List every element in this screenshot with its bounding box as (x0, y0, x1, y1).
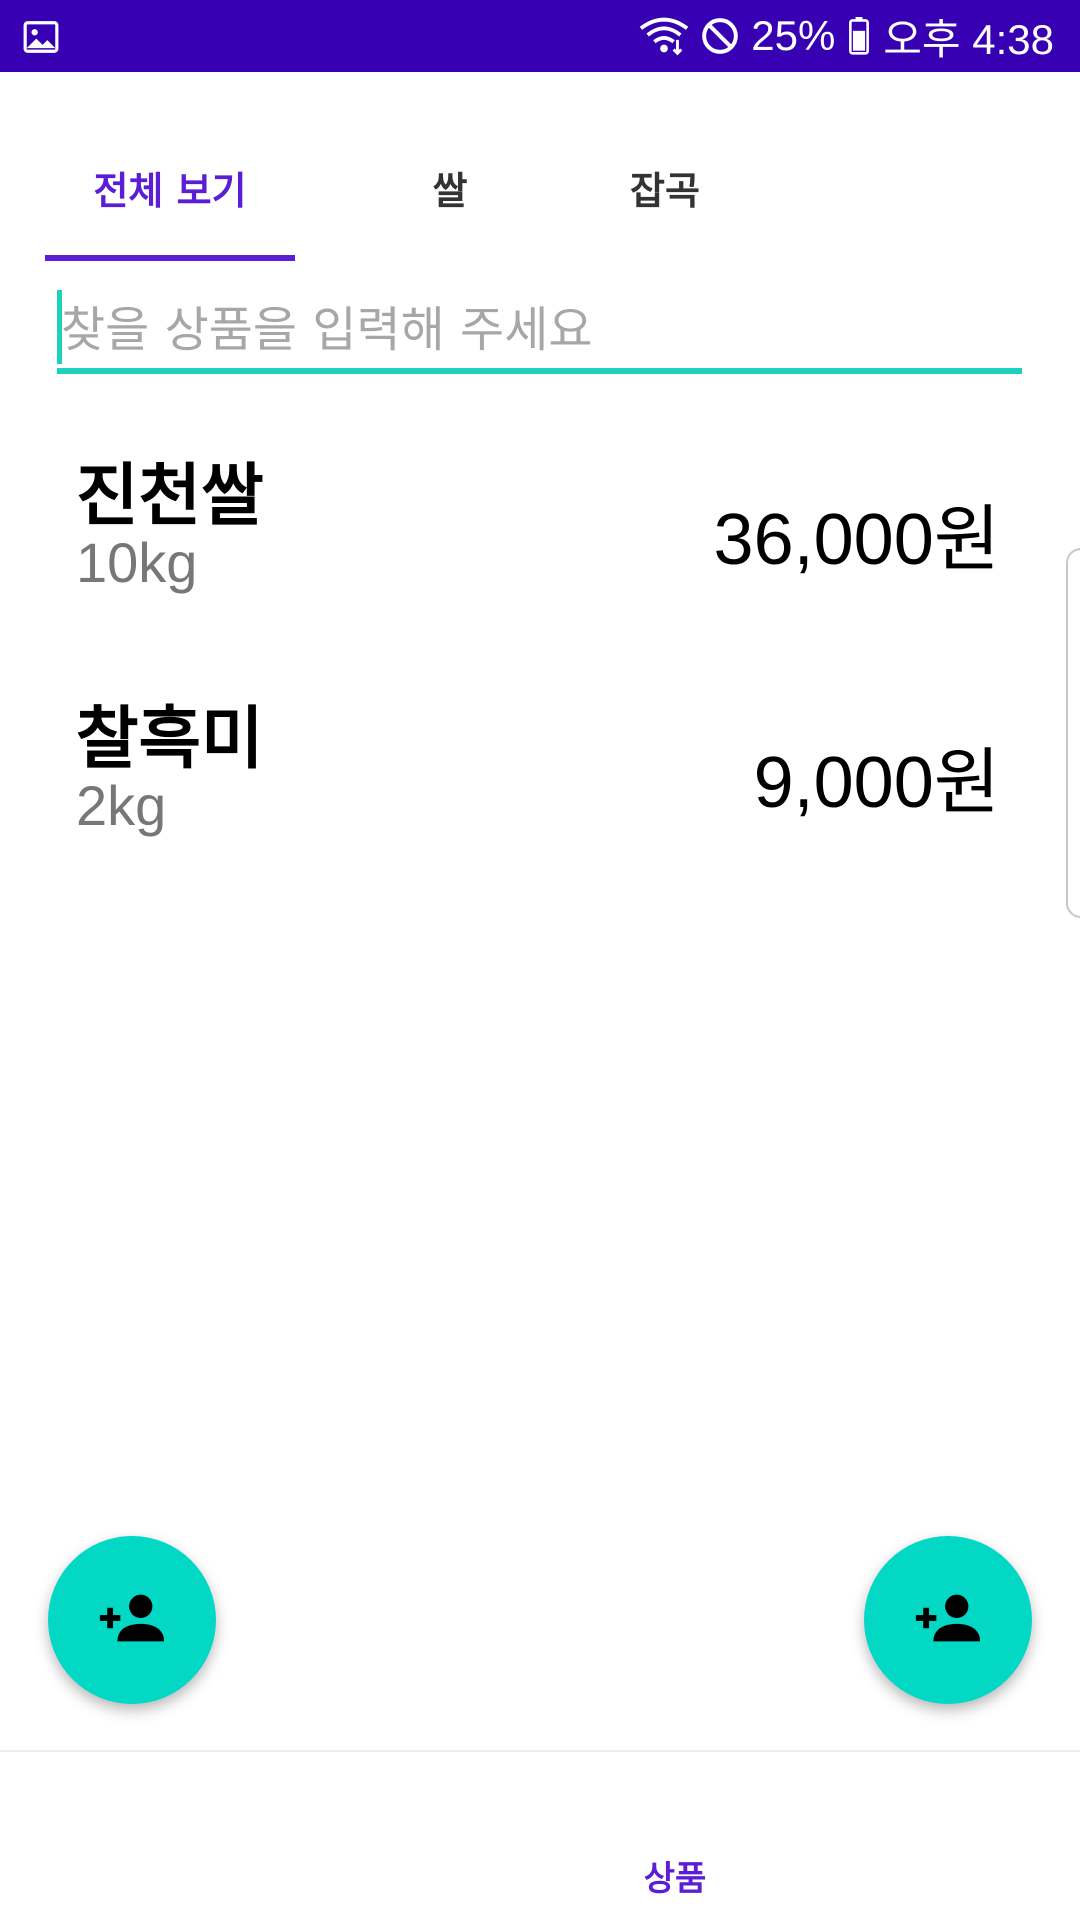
product-item[interactable]: 진천쌀 10kg 36,000원 (0, 440, 1080, 640)
battery-percent: 25% (751, 12, 836, 59)
product-price: 9,000원 (753, 743, 1000, 823)
product-weight: 2kg (76, 774, 167, 837)
tab-rice[interactable]: 쌀 (360, 160, 540, 260)
add-person-button-right[interactable] (864, 1536, 1032, 1704)
tab-label: 전체 보기 (93, 169, 247, 213)
do-not-disturb-icon (701, 17, 739, 55)
clock: 오후 4:38 (883, 15, 1054, 63)
active-tab-indicator (45, 255, 295, 261)
bottom-navigation: 상품 (0, 1750, 1080, 1922)
tab-label: 쌀 (432, 169, 468, 213)
bottom-nav-products[interactable]: 상품 (560, 1752, 790, 1922)
search-field (57, 290, 1022, 374)
tab-label: 잡곡 (630, 169, 700, 213)
text-cursor (57, 290, 62, 364)
category-tabs: 전체 보기 쌀 잡곡 (45, 140, 1045, 260)
battery-icon (847, 17, 871, 55)
tab-grains[interactable]: 잡곡 (575, 160, 755, 260)
add-person-icon (913, 1583, 983, 1657)
status-bar: 25% 오후 4:38 (0, 0, 1080, 72)
add-person-button-left[interactable] (48, 1536, 216, 1704)
search-underline (57, 368, 1022, 374)
status-icons: 25% 오후 4:38 (639, 0, 1054, 72)
wifi-icon (639, 16, 689, 56)
product-price: 36,000원 (713, 500, 1000, 580)
search-input[interactable] (57, 290, 1022, 370)
product-name: 진천쌀 (76, 457, 264, 536)
bottom-nav-label: 상품 (643, 1859, 707, 1899)
product-item[interactable]: 찰흑미 2kg 9,000원 (0, 683, 1080, 883)
product-name: 찰흑미 (76, 700, 264, 779)
gallery-icon (22, 18, 60, 56)
add-person-icon (97, 1583, 167, 1657)
edge-panel-handle[interactable] (1066, 548, 1080, 918)
tab-all[interactable]: 전체 보기 (45, 160, 295, 260)
product-weight: 10kg (76, 531, 198, 594)
